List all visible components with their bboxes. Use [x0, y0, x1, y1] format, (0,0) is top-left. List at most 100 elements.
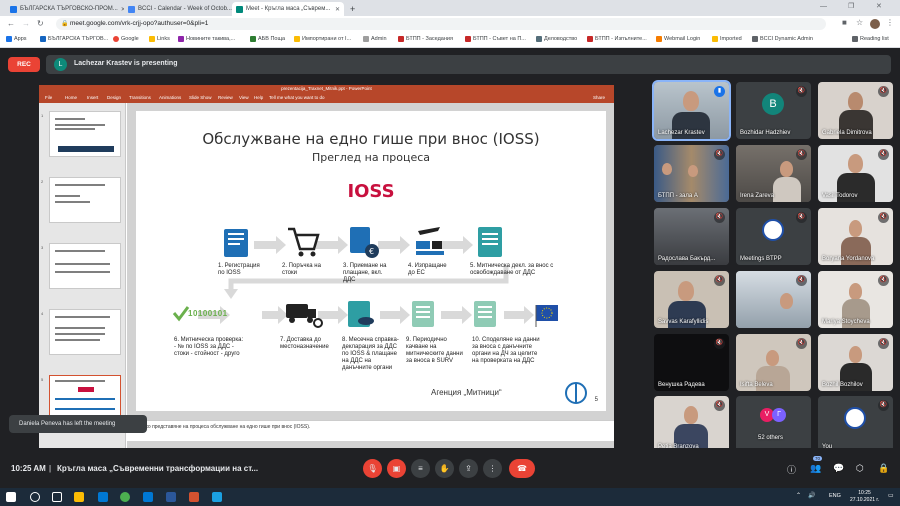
participant-tile[interactable]: 🔇 Boryana Yordanova: [818, 208, 893, 265]
info-icon[interactable]: ⓘ: [787, 463, 796, 476]
bookmark-apps[interactable]: Apps: [6, 36, 27, 42]
participant-tile-others[interactable]: V Г 52 others: [736, 396, 811, 453]
reading-list[interactable]: Reading list: [852, 36, 889, 42]
bookmark-item[interactable]: Links: [149, 36, 170, 42]
notifications-icon[interactable]: ▭: [888, 492, 894, 499]
host-controls-icon[interactable]: 🔒: [878, 463, 889, 474]
search-icon[interactable]: [30, 492, 40, 502]
ribbon-tab-insert[interactable]: Insert: [87, 95, 98, 100]
ribbon-tab-home[interactable]: Home: [65, 95, 77, 100]
present-now-button[interactable]: ⇪: [459, 459, 478, 478]
chrome-icon[interactable]: [120, 492, 130, 502]
chat-icon[interactable]: 💬: [833, 463, 844, 474]
bookmark-item[interactable]: БТПП - Изпълните...: [587, 36, 647, 42]
tell-me-search[interactable]: Tell me what you want to do: [269, 95, 325, 100]
volume-icon[interactable]: 🔊: [808, 492, 815, 499]
slide-thumbnail[interactable]: [49, 177, 121, 223]
participant-name: Mariya Stoycheva: [822, 319, 870, 325]
captions-button[interactable]: ≡: [411, 459, 430, 478]
ribbon-tab-design[interactable]: Design: [107, 95, 121, 100]
slide-thumbnail[interactable]: [49, 309, 121, 355]
close-window-icon[interactable]: ✕: [876, 2, 882, 10]
bookmark-item[interactable]: БТПП - Съвет на П...: [465, 36, 526, 42]
participant-tile[interactable]: 🔇 Bozhil Bozhilov: [818, 334, 893, 391]
participant-tile[interactable]: 🔇 БТПП - зала А: [654, 145, 729, 202]
participant-tile[interactable]: 🔇 Petia Branzova: [654, 396, 729, 453]
minimize-icon[interactable]: —: [820, 3, 827, 10]
browser-tab-meet[interactable]: Meet - Кръгла маса „Съврем... ✕: [232, 2, 344, 16]
reload-icon[interactable]: ↻: [37, 19, 44, 28]
camera-toggle-button[interactable]: ▣: [387, 459, 406, 478]
bookmark-item[interactable]: Imported: [712, 36, 742, 42]
camera-icon[interactable]: ■: [842, 18, 847, 27]
delivery-truck-icon: [286, 304, 308, 318]
raise-hand-button[interactable]: ✋: [435, 459, 454, 478]
maximize-icon[interactable]: ❐: [848, 2, 854, 10]
input-language[interactable]: ENG: [829, 493, 841, 499]
ribbon-tab-transitions[interactable]: Transitions: [129, 95, 151, 100]
bookmark-item[interactable]: АБВ Поща: [250, 36, 285, 42]
ppt-ribbon: File Home Insert Design Transitions Anim…: [39, 93, 614, 103]
browser-toolbar: ← → ↻ 🔒 meet.google.com/vrk-crjj-opo?aut…: [0, 16, 900, 32]
close-tab-icon[interactable]: ✕: [332, 6, 340, 13]
bookmark-item[interactable]: БТПП - Заседания: [398, 36, 453, 42]
bookmark-item[interactable]: Деловодство: [536, 36, 577, 42]
forward-icon[interactable]: →: [22, 19, 30, 28]
ribbon-tab-help[interactable]: Help: [254, 95, 263, 100]
slide-thumbnail[interactable]: [49, 111, 121, 157]
participant-tile[interactable]: 🔇 Mariya Stoycheva: [818, 271, 893, 328]
tab-favicon-icon: [236, 5, 243, 13]
bookmark-item[interactable]: BCCI Dynamic Admin: [752, 36, 813, 42]
participant-tile[interactable]: 🔇 Vasil Todorov: [818, 145, 893, 202]
profile-avatar[interactable]: [870, 19, 880, 29]
bookmark-item[interactable]: БЪЛГАРСКА ТЪРГОВ...: [40, 36, 108, 42]
more-options-button[interactable]: ⋮: [483, 459, 502, 478]
bookmark-item[interactable]: Импортирани от I...: [294, 36, 351, 42]
tray-chevron-icon[interactable]: ⌃: [796, 492, 801, 499]
activities-icon[interactable]: ⬡: [856, 463, 864, 474]
bookmark-item[interactable]: Webmail Login: [656, 36, 700, 42]
ribbon-tab-view[interactable]: View: [239, 95, 249, 100]
word-icon[interactable]: [166, 492, 176, 502]
share-button[interactable]: Share: [593, 95, 605, 100]
outlook-icon[interactable]: [98, 492, 108, 502]
star-icon[interactable]: ☆: [856, 18, 863, 27]
participant-tile-self[interactable]: 🔇 You: [818, 396, 893, 453]
file-explorer-icon[interactable]: [74, 492, 84, 502]
participant-tile[interactable]: 🔇 Радослава Бакърд...: [654, 208, 729, 265]
windows-start-icon[interactable]: [6, 492, 16, 502]
ribbon-tab-file[interactable]: File: [45, 95, 52, 100]
bookmark-item[interactable]: Google: [113, 36, 139, 42]
address-bar[interactable]: 🔒 meet.google.com/vrk-crjj-opo?authuser=…: [56, 18, 826, 30]
bookmark-item[interactable]: Admin: [363, 36, 387, 42]
ribbon-tab-animations[interactable]: Animations: [159, 95, 181, 100]
app-icon[interactable]: [212, 492, 222, 502]
browser-tab-btpp[interactable]: БЪЛГАРСКА ТЪРГОВСКО-ПРОМ... ✕: [6, 2, 124, 16]
speaker-notes[interactable]: Кратко представяне на процеса обслужване…: [127, 420, 614, 441]
ribbon-tab-review[interactable]: Review: [218, 95, 233, 100]
participant-tile[interactable]: 🔇: [736, 271, 811, 328]
participant-tile[interactable]: ▮ Lachezar Krastev: [652, 80, 731, 141]
participant-tile[interactable]: 🔇 Meetings BTPP: [736, 208, 811, 265]
leave-call-button[interactable]: ☎: [509, 459, 535, 478]
browser-tab-calendar[interactable]: BCCI - Calendar - Week of Octob... ✕: [124, 2, 232, 16]
people-icon[interactable]: 👥: [810, 463, 821, 474]
task-view-icon[interactable]: [52, 492, 62, 502]
slide-thumbnail[interactable]: [49, 243, 121, 289]
powerpoint-icon[interactable]: [189, 492, 199, 502]
participant-tile[interactable]: 🔇 Irena Zareva: [736, 145, 811, 202]
participant-tile[interactable]: 🔇 Gabriela Dimitrova: [818, 82, 893, 139]
system-clock[interactable]: 10:25 27.10.2021 г.: [850, 490, 879, 503]
mic-toggle-button[interactable]: 🎙: [363, 459, 382, 478]
bookmark-item[interactable]: Новините такива,...: [178, 36, 235, 42]
tab-favicon-icon: [128, 5, 135, 13]
new-tab-button[interactable]: +: [346, 2, 358, 16]
edge-icon[interactable]: [143, 492, 153, 502]
ribbon-tab-slideshow[interactable]: Slide Show: [189, 95, 212, 100]
menu-icon[interactable]: ⋮: [886, 18, 894, 27]
participant-tile[interactable]: B 🔇 Bozhidar Hadzhiev: [736, 82, 811, 139]
back-icon[interactable]: ←: [7, 19, 15, 28]
participant-tile[interactable]: 🔇 Венушка Радева: [654, 334, 729, 391]
participant-tile[interactable]: 🔇 Isifta Beleva: [736, 334, 811, 391]
participant-tile[interactable]: 🔇 Savvas Karafyllidis: [654, 271, 729, 328]
